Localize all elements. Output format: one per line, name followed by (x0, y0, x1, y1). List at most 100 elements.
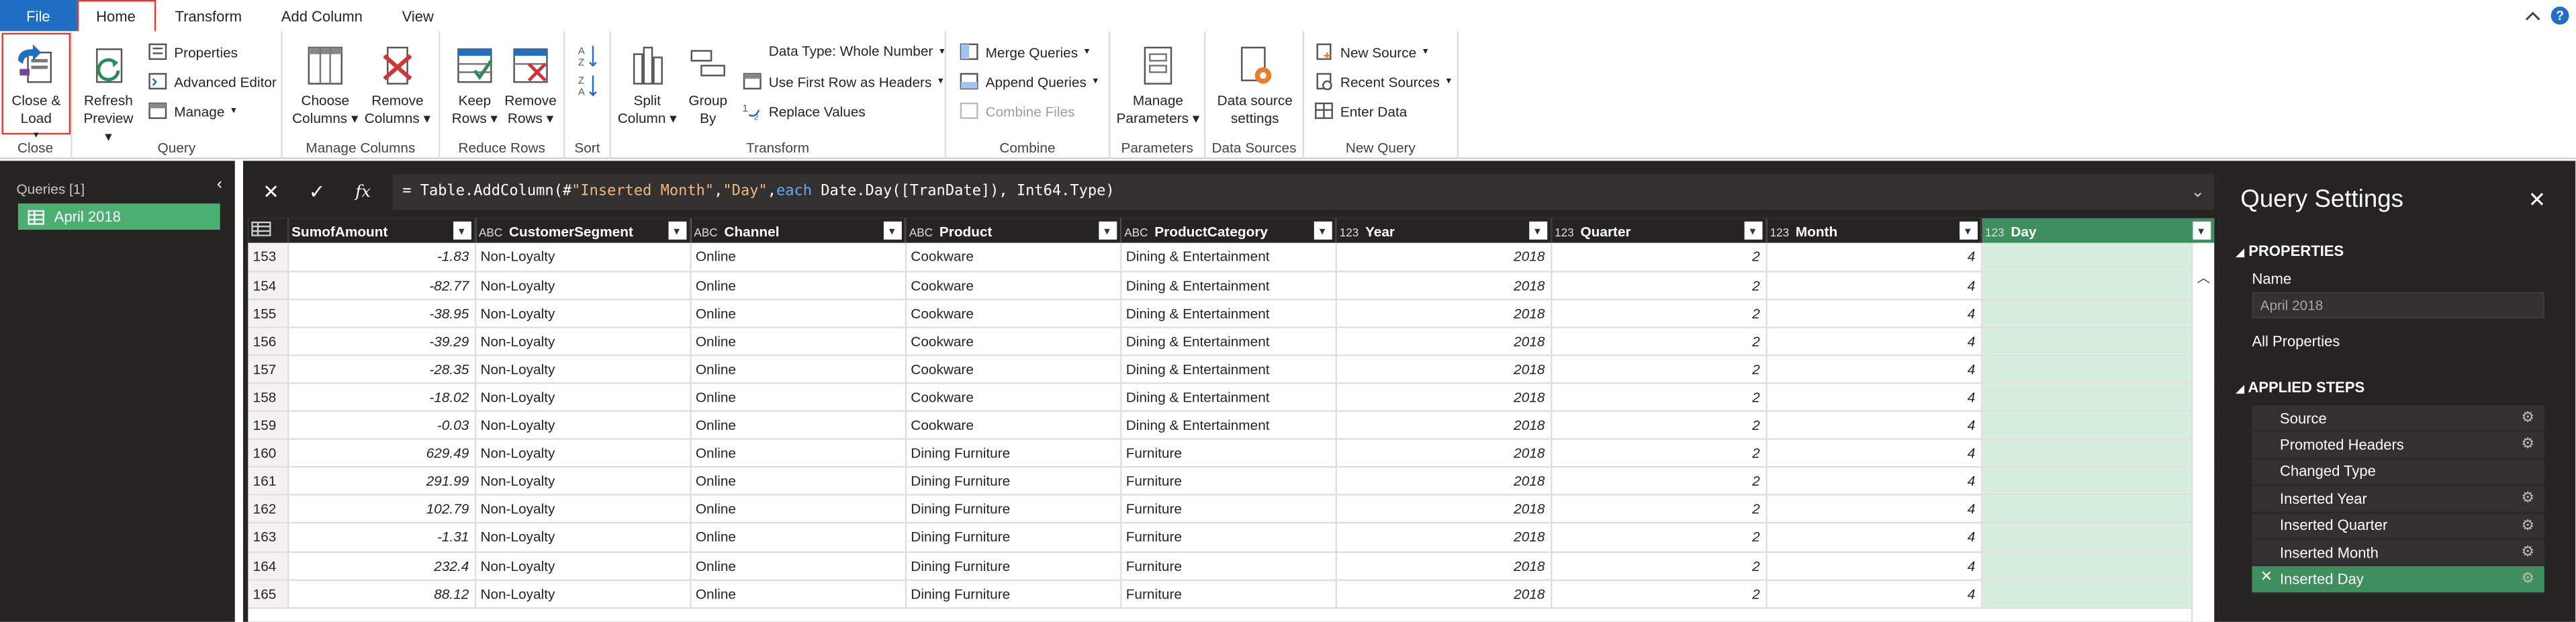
properties-section[interactable]: ◢ PROPERTIES (2236, 243, 2344, 259)
tab-transform[interactable]: Transform (155, 0, 261, 31)
close-load-button[interactable]: Close & Load ▾ (7, 41, 66, 146)
collapse-ribbon-icon[interactable] (2525, 9, 2541, 22)
table-cell[interactable]: -39.29 (287, 326, 476, 356)
table-cell[interactable]: 3 (1980, 579, 2215, 609)
table-cell[interactable]: 2 (1551, 411, 1767, 441)
table-cell[interactable]: 3 (1980, 411, 2215, 441)
column-header-quarter[interactable]: 123 Quarter ▾ (1551, 218, 1767, 243)
table-cell[interactable]: 2 (1551, 467, 1767, 496)
table-cell[interactable]: 2 (1551, 299, 1767, 328)
row-number[interactable]: 160 (248, 439, 289, 468)
vertical-scrollbar[interactable]: ︿ (2191, 242, 2215, 622)
row-number[interactable]: 159 (248, 411, 289, 441)
table-cell[interactable]: 2 (1551, 579, 1767, 609)
table-corner-icon[interactable] (248, 218, 289, 243)
table-cell[interactable]: Online (690, 383, 906, 412)
enter-data-button[interactable]: Enter Data (1314, 101, 1407, 120)
column-filter-dropdown-icon[interactable]: ▾ (1098, 221, 1117, 240)
table-cell[interactable]: Non-Loyalty (474, 242, 691, 272)
table-cell[interactable]: Dining & Entertainment (1120, 411, 1336, 441)
table-cell[interactable]: 3 (1980, 271, 2215, 300)
step-settings-gear-icon[interactable]: ⚙ (2521, 543, 2534, 562)
table-cell[interactable]: 3 (1980, 242, 2215, 272)
step-settings-gear-icon[interactable]: ⚙ (2521, 516, 2534, 534)
sort-ascending-icon[interactable]: AZ (578, 44, 598, 67)
table-cell[interactable]: Furniture (1120, 439, 1336, 468)
table-cell[interactable]: 232.4 (287, 551, 476, 580)
table-cell[interactable]: 2018 (1335, 579, 1552, 609)
applied-step[interactable]: Inserted Month ⚙ (2252, 539, 2544, 567)
table-cell[interactable]: 2 (1551, 523, 1767, 553)
remove-rows-button[interactable]: Remove Rows ▾ (502, 41, 558, 128)
column-filter-dropdown-icon[interactable]: ▾ (452, 221, 471, 240)
applied-steps-section[interactable]: ◢ APPLIED STEPS (2236, 379, 2364, 395)
table-cell[interactable]: Dining & Entertainment (1120, 299, 1336, 328)
column-header-month[interactable]: 123 Month ▾ (1765, 218, 1982, 243)
keep-rows-button[interactable]: Keep Rows ▾ (447, 41, 502, 128)
applied-step[interactable]: Promoted Headers ⚙ (2252, 432, 2544, 459)
column-type-icon[interactable]: ABC (694, 227, 717, 238)
column-filter-dropdown-icon[interactable]: ▾ (882, 221, 901, 240)
table-cell[interactable]: Cookware (905, 355, 1121, 384)
table-cell[interactable]: 4 (1765, 439, 1982, 468)
column-header-product[interactable]: ABC Product ▾ (905, 218, 1121, 243)
table-cell[interactable]: 2018 (1335, 439, 1552, 468)
append-queries-button[interactable]: Append Queries ▾ (959, 72, 1098, 90)
table-cell[interactable]: -0.03 (287, 411, 476, 441)
row-number[interactable]: 162 (248, 495, 289, 525)
table-cell[interactable]: 3 (1980, 523, 2215, 553)
column-filter-dropdown-icon[interactable]: ▾ (1958, 221, 1977, 240)
table-cell[interactable]: 2 (1551, 439, 1767, 468)
table-cell[interactable]: Online (690, 326, 906, 356)
commit-formula-icon[interactable]: ✓ (294, 174, 340, 210)
table-cell[interactable]: 4 (1765, 551, 1982, 580)
cancel-formula-icon[interactable]: ✕ (248, 174, 293, 210)
column-header-year[interactable]: 123 Year ▾ (1335, 218, 1552, 243)
table-cell[interactable]: 3 (1980, 467, 2215, 496)
column-type-icon[interactable]: 123 (1340, 227, 1359, 238)
scroll-up-icon[interactable]: ︿ (2193, 269, 2214, 287)
table-cell[interactable]: 2018 (1335, 271, 1552, 300)
table-cell[interactable]: Non-Loyalty (474, 579, 691, 609)
table-cell[interactable]: 2018 (1335, 355, 1552, 384)
table-cell[interactable]: Dining Furniture (905, 439, 1121, 468)
row-number[interactable]: 153 (248, 242, 289, 272)
applied-step[interactable]: Changed Type (2252, 459, 2544, 486)
column-header-channel[interactable]: ABC Channel ▾ (690, 218, 906, 243)
table-cell[interactable]: 3 (1980, 326, 2215, 356)
table-cell[interactable]: 291.99 (287, 467, 476, 496)
tab-view[interactable]: View (382, 0, 453, 31)
expand-formula-icon[interactable]: ⌄ (2181, 183, 2214, 201)
table-cell[interactable]: Cookware (905, 242, 1121, 272)
table-cell[interactable]: 2 (1551, 326, 1767, 356)
table-cell[interactable]: Dining Furniture (905, 579, 1121, 609)
delete-step-icon[interactable]: ✕ (2260, 568, 2272, 586)
table-cell[interactable]: 2018 (1335, 242, 1552, 272)
table-cell[interactable]: Dining Furniture (905, 467, 1121, 496)
collapse-properties-icon[interactable]: ◢ (2236, 248, 2244, 259)
table-cell[interactable]: Non-Loyalty (474, 383, 691, 412)
recent-sources-button[interactable]: Recent Sources ▾ (1314, 72, 1451, 91)
refresh-preview-button[interactable]: Refresh Preview ▾ (79, 41, 138, 146)
step-settings-gear-icon[interactable]: ⚙ (2521, 408, 2534, 427)
table-cell[interactable]: 4 (1765, 579, 1982, 609)
step-settings-gear-icon[interactable]: ⚙ (2521, 570, 2534, 588)
row-number[interactable]: 165 (248, 579, 289, 609)
table-cell[interactable]: 2 (1551, 355, 1767, 384)
data-type-dropdown[interactable]: Data Type: Whole Number ▾ (743, 43, 945, 59)
column-header-productcategory[interactable]: ABC ProductCategory ▾ (1120, 218, 1336, 243)
merge-queries-button[interactable]: Merge Queries ▾ (959, 43, 1089, 61)
table-cell[interactable]: Non-Loyalty (474, 326, 691, 356)
table-cell[interactable]: 3 (1980, 299, 2215, 328)
table-cell[interactable]: 4 (1765, 355, 1982, 384)
table-cell[interactable]: Dining & Entertainment (1120, 355, 1336, 384)
table-cell[interactable]: 4 (1765, 383, 1982, 412)
table-cell[interactable]: 3 (1980, 551, 2215, 580)
table-cell[interactable]: Furniture (1120, 495, 1336, 525)
table-cell[interactable]: 2018 (1335, 299, 1552, 328)
table-cell[interactable]: Non-Loyalty (474, 411, 691, 441)
table-cell[interactable]: Online (690, 495, 906, 525)
table-cell[interactable]: Dining & Entertainment (1120, 383, 1336, 412)
table-cell[interactable]: -18.02 (287, 383, 476, 412)
help-icon[interactable]: ? (2550, 6, 2569, 25)
